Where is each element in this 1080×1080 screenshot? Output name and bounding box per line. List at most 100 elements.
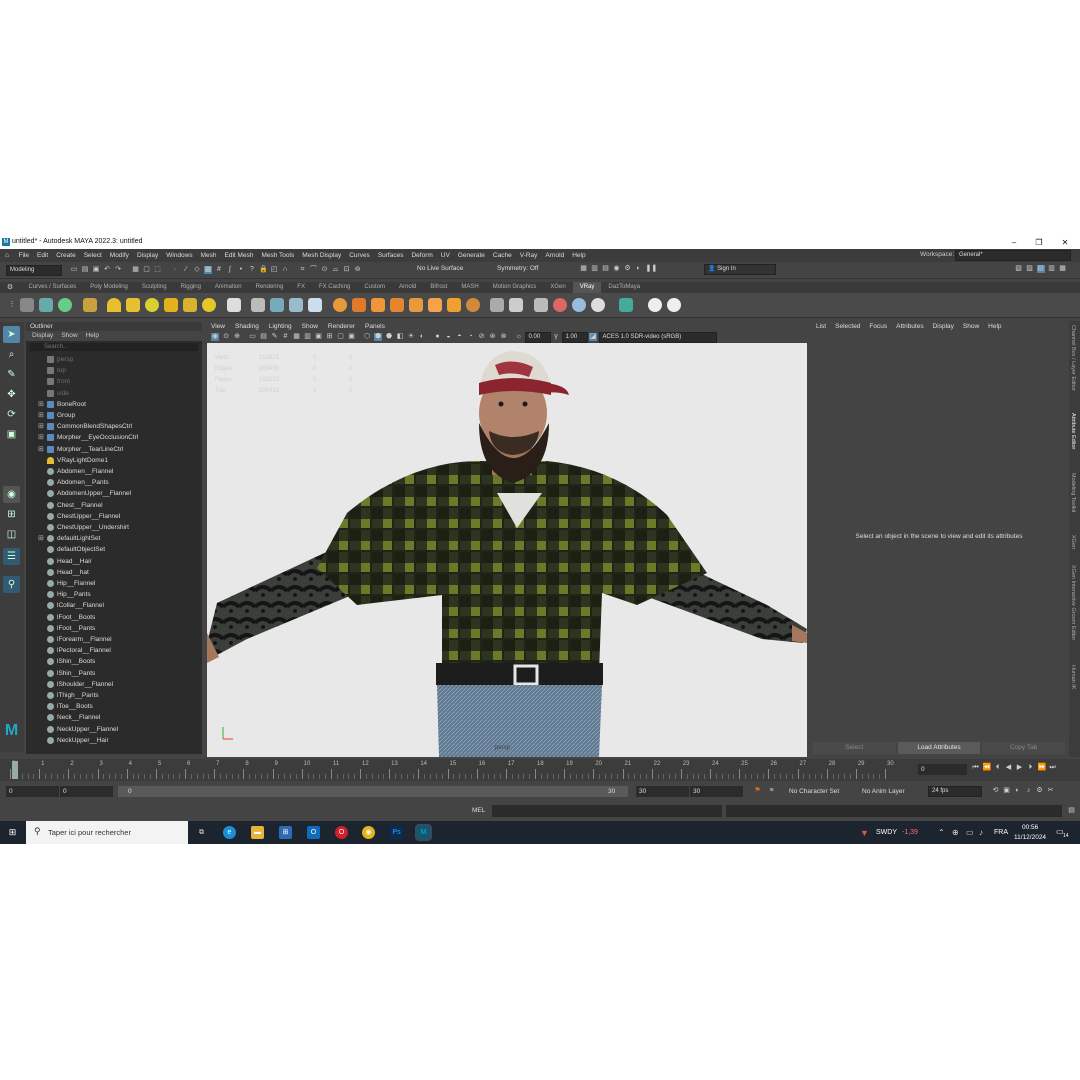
menu-create[interactable]: Create <box>56 252 76 259</box>
outliner-view-icon[interactable]: ☰ <box>3 548 20 565</box>
outliner-item[interactable]: Abdomen__Pants <box>26 477 216 488</box>
snap-to-surface-icon[interactable]: ⌓ <box>332 266 340 274</box>
viewport-menu-show[interactable]: Show <box>302 323 318 330</box>
vray-ies-light-icon[interactable] <box>164 298 178 312</box>
viewport-menu-panels[interactable]: Panels <box>365 323 385 330</box>
vray-color-icon[interactable] <box>533 298 548 312</box>
vray-mtl-icon[interactable] <box>552 298 567 312</box>
mel-label[interactable]: MEL <box>472 807 485 814</box>
vray-render-elements-icon[interactable] <box>509 298 523 312</box>
channel-box-tab[interactable]: Channel Box / Layer Editor <box>1070 325 1076 391</box>
xray-joints-icon[interactable]: ⊗ <box>500 333 508 341</box>
character-render[interactable] <box>207 343 807 757</box>
vray-proxy-icon[interactable] <box>251 298 265 312</box>
vray-subdiv-icon[interactable] <box>370 298 385 312</box>
menu-edit-mesh[interactable]: Edit Mesh <box>225 252 254 259</box>
shadows-icon[interactable]: ◐ <box>418 333 426 341</box>
shelf-tab-motion-graphics[interactable]: Motion Graphics <box>486 282 544 293</box>
step-back-frame-icon[interactable]: ⏴ <box>994 764 1002 772</box>
vray-ipr-icon[interactable] <box>39 298 53 312</box>
vray-render-icon[interactable] <box>20 298 34 312</box>
scale-tool-icon[interactable]: ▣ <box>3 426 20 443</box>
exposure-field[interactable]: 0.00 <box>524 331 551 343</box>
resolution-gate-icon[interactable]: ▥ <box>304 333 312 341</box>
menu-cache[interactable]: Cache <box>493 252 512 259</box>
outliner-item[interactable]: lToe__Boots <box>26 701 216 712</box>
outliner-item[interactable]: VRayLightDome1 <box>26 455 216 466</box>
grease-pencil-icon[interactable]: ✎ <box>271 333 279 341</box>
shelf-tab-xgen[interactable]: XGen <box>543 282 572 293</box>
outliner-item[interactable]: front <box>26 376 216 387</box>
color-space-dropdown[interactable]: ACES 1.0 SDR-video (sRGB) <box>598 331 717 343</box>
attribute-editor-tab[interactable]: Attribute Editor <box>1070 413 1076 449</box>
sound-icon[interactable]: ◐ <box>1014 787 1022 795</box>
bookmark-icon[interactable]: ⊕ <box>233 333 241 341</box>
outliner-item[interactable]: ⊞ CommonBlendShapesCtrl <box>26 421 216 432</box>
outliner-item[interactable]: Head__Hair <box>26 556 216 567</box>
exposure-icon[interactable]: ☼ <box>515 333 523 341</box>
vray-plane-icon[interactable] <box>226 298 241 312</box>
outliner-item[interactable]: ⊞ BoneRoot <box>26 399 216 410</box>
clock-time[interactable]: 00:56 <box>1022 824 1038 831</box>
key-preferences-icon[interactable]: ≡ <box>768 787 776 795</box>
step-back-key-icon[interactable]: ⏪ <box>983 764 992 772</box>
sound-volume-icon[interactable]: ♪ <box>1025 787 1033 795</box>
vray-rect-light-icon[interactable] <box>145 298 159 312</box>
image-plane-icon[interactable]: ▭ <box>249 333 257 341</box>
four-view-icon[interactable]: ⊞ <box>3 506 20 523</box>
redo-icon[interactable]: ↷ <box>114 266 122 274</box>
outliner-search-input[interactable]: Search... <box>30 343 198 351</box>
shelf-tab-curves-surfaces[interactable]: Curves / Surfaces <box>22 282 84 293</box>
outliner-item[interactable]: ⊞ Morpher__TearLineCtrl <box>26 444 216 455</box>
vray-help-icon[interactable] <box>666 298 681 312</box>
gate-mask-icon[interactable]: ▣ <box>315 333 323 341</box>
lasso-tool-icon[interactable]: ⌕ <box>3 346 20 363</box>
menu-deform[interactable]: Deform <box>411 252 432 259</box>
open-scene-icon[interactable]: ▤ <box>81 266 89 274</box>
windows-start-icon[interactable]: ⊞ <box>9 828 17 837</box>
vray-info-icon[interactable] <box>647 298 662 312</box>
outliner-item[interactable]: lFoot__Pants <box>26 623 216 634</box>
vray-mesh-light-icon[interactable] <box>183 298 197 312</box>
outliner-item[interactable]: Abdomen__Flannel <box>26 466 216 477</box>
snap-point-icon[interactable]: • <box>237 266 245 274</box>
camera-attr-icon[interactable]: ⊙ <box>222 333 230 341</box>
vray-object-props-icon[interactable] <box>490 298 504 312</box>
film-gate-icon[interactable]: ▦ <box>293 333 301 341</box>
magnet-icon[interactable]: ∩ <box>281 266 289 274</box>
viewport-menu-renderer[interactable]: Renderer <box>328 323 355 330</box>
viewport-menu-lighting[interactable]: Lighting <box>269 323 292 330</box>
volume-icon[interactable]: ♪ <box>979 828 983 837</box>
move-tool-icon[interactable]: ✥ <box>3 386 20 403</box>
file-explorer-icon[interactable]: ▬ <box>251 826 264 839</box>
xgen-groom-tab[interactable]: XGen Interactive Groom Editor <box>1070 565 1076 640</box>
search-tool-icon[interactable]: ⚲ <box>3 576 20 593</box>
current-time-indicator[interactable] <box>12 761 18 779</box>
select-hierarchy-icon[interactable]: ▦ <box>132 266 140 274</box>
ambient-occlusion-icon[interactable]: ● <box>434 333 442 341</box>
vray-scene-icon[interactable] <box>289 298 303 312</box>
show-hidden-icons-icon[interactable]: ⌃ <box>938 828 945 837</box>
microsoft-store-icon[interactable]: ⊞ <box>279 826 292 839</box>
lock-icon[interactable]: 🔒 <box>259 266 268 274</box>
vray-vrscene-icon[interactable] <box>619 298 633 312</box>
attribute-editor-toggle-icon[interactable]: ▤ <box>1036 265 1045 273</box>
stock-ticker[interactable]: SWDY <box>876 829 897 836</box>
outliner-item[interactable]: lForearm__Flannel <box>26 634 216 645</box>
opera-icon[interactable]: O <box>335 826 348 839</box>
shelf-options-icon[interactable]: ⚙ <box>6 284 14 292</box>
vray-grid-icon[interactable] <box>408 298 423 312</box>
shelf-tab-rendering[interactable]: Rendering <box>249 282 291 293</box>
modeling-toolkit-tab[interactable]: Modeling Toolkit <box>1070 473 1076 512</box>
undo-icon[interactable]: ↶ <box>103 266 111 274</box>
play-forward-icon[interactable]: ▶ <box>1016 764 1024 772</box>
maya-taskbar-icon[interactable]: M <box>415 824 432 841</box>
vray-cosmos-icon[interactable] <box>590 298 605 312</box>
live-surface-label[interactable]: No Live Surface <box>417 265 463 272</box>
shelf-tab-poly-modeling[interactable]: Poly Modeling <box>83 282 135 293</box>
menu-v-ray[interactable]: V-Ray <box>520 252 538 259</box>
safe-title-icon[interactable]: ▣ <box>348 333 356 341</box>
outliner-item[interactable]: top <box>26 365 216 376</box>
grid-toggle-icon[interactable]: # <box>282 333 290 341</box>
select-tool-icon[interactable]: ➤ <box>3 326 20 343</box>
